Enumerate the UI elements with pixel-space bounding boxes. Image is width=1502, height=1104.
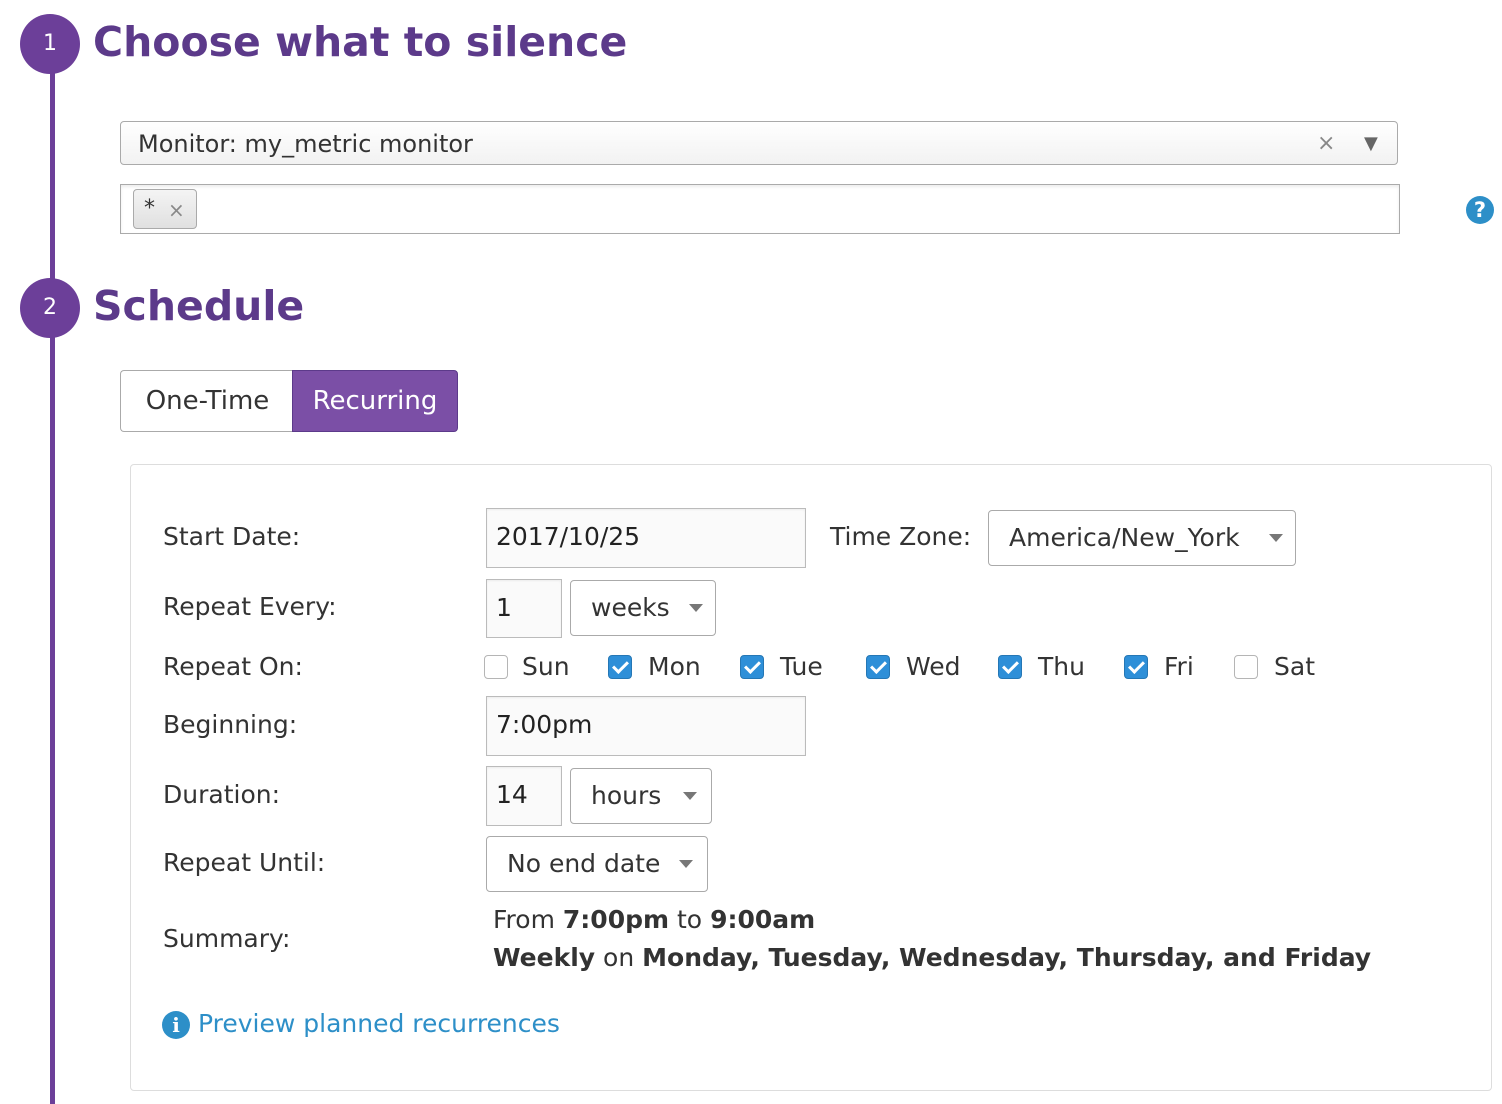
summary-frequency: Weekly	[493, 943, 596, 972]
chevron-down-icon[interactable]: ▼	[1364, 122, 1378, 166]
scope-tag-label: *	[144, 196, 155, 221]
summary-days: Monday, Tuesday, Wednesday, Thursday, an…	[642, 943, 1372, 972]
summary-on: on	[603, 943, 635, 972]
help-icon[interactable]: ?	[1466, 196, 1494, 224]
repeat-unit-value: weeks	[591, 593, 670, 622]
repeat-every-input[interactable]: 1	[486, 579, 562, 638]
summary-from: From	[493, 905, 555, 934]
step-2-badge: 2	[20, 278, 80, 338]
summary-end-time: 9:00am	[710, 905, 816, 934]
checkbox-icon[interactable]	[1234, 655, 1258, 679]
summary-time-range: From 7:00pm to 9:00am	[493, 905, 815, 934]
section-title-schedule: Schedule	[93, 282, 305, 330]
summary-start-time: 7:00pm	[562, 905, 670, 934]
monitor-select[interactable]: Monitor: my_metric monitor × ▼	[120, 121, 1398, 165]
day-label: Sun	[522, 652, 570, 681]
beginning-label: Beginning:	[163, 710, 298, 739]
checkbox-icon[interactable]	[484, 655, 508, 679]
scope-tag-input[interactable]: * ×	[120, 184, 1400, 234]
clear-icon[interactable]: ×	[1317, 122, 1335, 166]
duration-input[interactable]: 14	[486, 766, 562, 826]
caret-down-icon	[683, 792, 697, 800]
caret-down-icon	[689, 604, 703, 612]
duration-label: Duration:	[163, 780, 281, 809]
summary-recurrence: Weekly on Monday, Tuesday, Wednesday, Th…	[493, 943, 1371, 972]
day-label: Wed	[906, 652, 961, 681]
info-icon[interactable]: i	[162, 1011, 190, 1039]
day-label: Mon	[648, 652, 701, 681]
tab-one-time[interactable]: One-Time	[120, 370, 294, 432]
preview-recurrences-link[interactable]: Preview planned recurrences	[198, 1009, 560, 1038]
day-label: Sat	[1274, 652, 1315, 681]
checkbox-checked-icon[interactable]	[740, 655, 764, 679]
summary-to: to	[677, 905, 703, 934]
repeat-every-label: Repeat Every:	[163, 592, 337, 621]
time-zone-value: America/New_York	[1009, 523, 1240, 552]
time-zone-label: Time Zone:	[830, 522, 972, 551]
remove-tag-icon[interactable]: ×	[168, 198, 185, 222]
checkbox-checked-icon[interactable]	[998, 655, 1022, 679]
repeat-on-label: Repeat On:	[163, 652, 303, 681]
repeat-unit-select[interactable]: weeks	[570, 580, 716, 636]
repeat-until-value: No end date	[507, 849, 661, 878]
checkbox-checked-icon[interactable]	[608, 655, 632, 679]
scope-tag-chip: * ×	[133, 189, 197, 229]
beginning-time-input[interactable]: 7:00pm	[486, 696, 806, 756]
monitor-select-value: Monitor: my_metric monitor	[138, 130, 473, 158]
tab-recurring[interactable]: Recurring	[292, 370, 458, 432]
duration-unit-select[interactable]: hours	[570, 768, 712, 824]
start-date-input[interactable]: 2017/10/25	[486, 508, 806, 568]
summary-label: Summary:	[163, 924, 291, 953]
start-date-label: Start Date:	[163, 522, 301, 551]
timeline-line	[50, 40, 55, 1104]
repeat-until-label: Repeat Until:	[163, 848, 326, 877]
checkbox-checked-icon[interactable]	[866, 655, 890, 679]
caret-down-icon	[679, 860, 693, 868]
caret-down-icon	[1269, 534, 1283, 542]
time-zone-select[interactable]: America/New_York	[988, 510, 1296, 566]
repeat-until-select[interactable]: No end date	[486, 836, 708, 892]
day-label: Fri	[1164, 652, 1194, 681]
section-title-choose: Choose what to silence	[93, 18, 628, 66]
day-label: Thu	[1038, 652, 1085, 681]
step-1-badge: 1	[20, 14, 80, 74]
checkbox-checked-icon[interactable]	[1124, 655, 1148, 679]
duration-unit-value: hours	[591, 781, 662, 810]
day-label: Tue	[780, 652, 823, 681]
